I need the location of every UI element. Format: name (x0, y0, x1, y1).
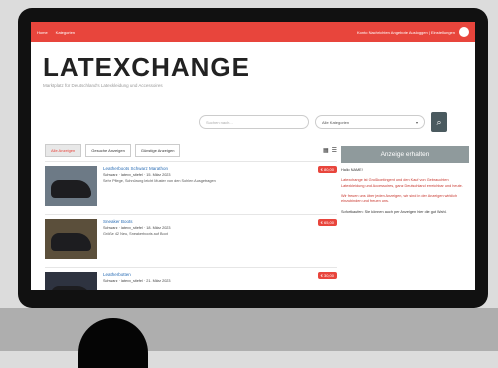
category-select-label: Alle Kategorien (322, 119, 350, 125)
price-badge: € 65,00 (317, 219, 337, 226)
listing-title[interactable]: Sneaker Boots (103, 219, 312, 224)
brand-header: LATEXCHANGE Marktplatz für Deutschland's… (31, 42, 475, 88)
grid-view-icon[interactable]: ▦ (323, 147, 329, 154)
sidebar: Anzeige erhalten Hallo NAME! Latexchange… (341, 146, 469, 215)
sidebar-paragraph: Wir freuen uns über jeden Anzeigen, wir … (341, 193, 458, 204)
search-bar: Suchen nach... Alle Kategorien ▾ ⌕ (199, 112, 447, 132)
listing-image[interactable] (45, 219, 97, 259)
listing-title[interactable]: Leatherboots Schwarz Marathon (103, 166, 312, 171)
tab-wanted[interactable]: Gesuche Anzeigen (85, 144, 131, 157)
list-item[interactable]: Sneaker Boots Schwarz · latexx_stiefel ·… (45, 214, 337, 267)
tab-all[interactable]: Alle Anzeigen (45, 144, 82, 157)
sidebar-paragraph: Latexchange ist Großkontingent und den K… (341, 178, 463, 188)
listing-meta: Schwarz · latexx_stiefel · 15. März 2023 (103, 173, 171, 177)
listing-description: Größe 42 Neu, Sneakerboots auf Boot (103, 232, 168, 236)
site-logo-title[interactable]: LATEXCHANGE (43, 52, 475, 83)
list-item[interactable]: Leatherbotten Schwarz · latexx_stiefel ·… (45, 267, 337, 290)
nav-account-links[interactable]: Konto Nachrichten Angebote Ausloggen | E… (357, 30, 455, 35)
list-view-icon[interactable]: ☰ (332, 147, 337, 154)
avatar[interactable] (459, 27, 469, 37)
price-badge: € 80,00 (317, 166, 337, 173)
sidebar-paragraph: Sofortkaufen: Sie können auch per Anzeig… (341, 209, 447, 214)
listing-tabs: Alle Anzeigen Gesuche Anzeigen Günstige … (45, 144, 337, 157)
search-button[interactable]: ⌕ (431, 112, 447, 132)
top-navigation: Home Kategorien Konto Nachrichten Angebo… (31, 22, 475, 42)
site-tagline: Marktplatz für Deutschland's Latexkleidu… (43, 83, 163, 88)
search-input[interactable]: Suchen nach... (199, 115, 309, 129)
list-item[interactable]: Leatherboots Schwarz Marathon Schwarz · … (45, 161, 337, 214)
listing-area: Alle Anzeigen Gesuche Anzeigen Günstige … (45, 144, 337, 290)
category-select[interactable]: Alle Kategorien ▾ (315, 115, 425, 129)
listing-description: Sehr Pflege, Schnürung leicht Muster von… (103, 179, 216, 183)
search-icon: ⌕ (436, 116, 442, 127)
price-badge: € 30,00 (317, 272, 337, 279)
chevron-down-icon: ▾ (415, 119, 418, 125)
sidebar-greeting: Hallo NAME! (341, 168, 363, 172)
tab-cheap[interactable]: Günstige Anzeigen (134, 144, 181, 157)
listing-meta: Schwarz · latexx_stiefel · 21. März 2023 (103, 279, 171, 283)
listing-title[interactable]: Leatherbotten (103, 272, 312, 277)
nav-home-link[interactable]: Home (37, 30, 48, 35)
desk-surface (0, 308, 498, 351)
create-listing-button[interactable]: Anzeige erhalten (341, 146, 469, 163)
listing-image[interactable] (45, 166, 97, 206)
nav-categories-link[interactable]: Kategorien (56, 30, 75, 35)
listing-meta: Schwarz · latexx_stiefel · 18. März 2023 (103, 226, 171, 230)
browser-screen: Home Kategorien Konto Nachrichten Angebo… (31, 22, 475, 290)
listing-image[interactable] (45, 272, 97, 290)
